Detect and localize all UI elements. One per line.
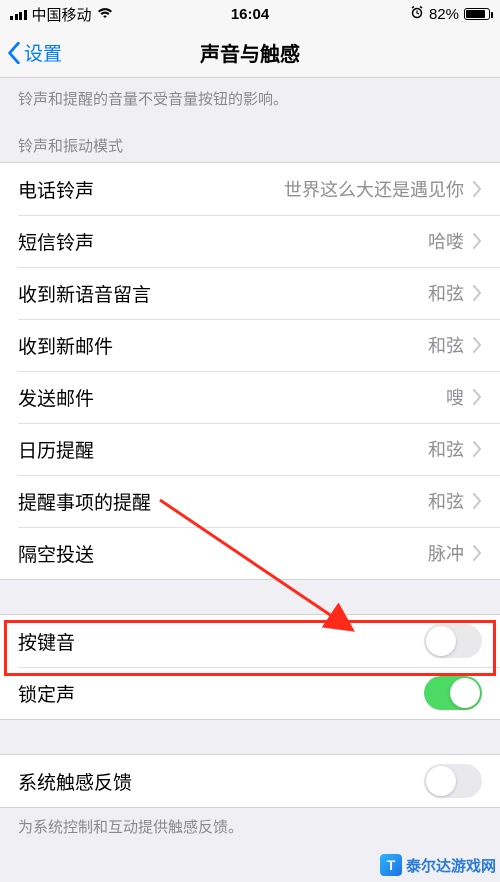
row-new-mail[interactable]: 收到新邮件 和弦 <box>0 319 500 371</box>
status-right: 82% <box>410 6 490 23</box>
row-value: 和弦 <box>428 488 464 514</box>
wifi-icon <box>97 6 113 23</box>
chevron-right-icon <box>472 233 482 249</box>
row-value: 和弦 <box>428 436 464 462</box>
row-value: 世界这么大还是遇见你 <box>284 176 464 202</box>
row-label: 隔空投送 <box>18 540 428 567</box>
lock-sound-toggle[interactable] <box>424 676 482 710</box>
status-time: 16:04 <box>231 6 269 23</box>
row-value: 嗖 <box>446 384 464 410</box>
chevron-right-icon <box>472 493 482 509</box>
chevron-right-icon <box>472 389 482 405</box>
row-value: 哈喽 <box>428 228 464 254</box>
chevron-right-icon <box>472 337 482 353</box>
keyboard-clicks-toggle[interactable] <box>424 624 482 658</box>
row-label: 收到新语音留言 <box>18 280 428 307</box>
row-sent-mail[interactable]: 发送邮件 嗖 <box>0 371 500 423</box>
row-calendar[interactable]: 日历提醒 和弦 <box>0 423 500 475</box>
toggles-group-1: 按键音 锁定声 <box>0 614 500 720</box>
row-reminders[interactable]: 提醒事项的提醒 和弦 <box>0 475 500 527</box>
row-value: 和弦 <box>428 332 464 358</box>
sounds-group: 电话铃声 世界这么大还是遇见你 短信铃声 哈喽 收到新语音留言 和弦 收到新邮件… <box>0 162 500 580</box>
row-voicemail[interactable]: 收到新语音留言 和弦 <box>0 267 500 319</box>
status-bar: 中国移动 16:04 82% <box>0 0 500 28</box>
nav-bar: 设置 声音与触感 <box>0 28 500 78</box>
row-label: 电话铃声 <box>18 176 284 203</box>
chevron-left-icon <box>6 42 22 64</box>
row-label: 锁定声 <box>18 680 424 707</box>
section-header-sounds: 铃声和振动模式 <box>0 121 500 162</box>
row-label: 按键音 <box>18 628 424 655</box>
back-button[interactable]: 设置 <box>0 39 62 66</box>
row-label: 系统触感反馈 <box>18 768 424 795</box>
page-title: 声音与触感 <box>200 38 300 67</box>
row-value: 和弦 <box>428 280 464 306</box>
row-label: 提醒事项的提醒 <box>18 488 428 515</box>
carrier-label: 中国移动 <box>32 4 92 25</box>
battery-pct-label: 82% <box>429 6 459 23</box>
battery-icon <box>464 8 490 20</box>
row-airdrop[interactable]: 隔空投送 脉冲 <box>0 527 500 579</box>
row-label: 短信铃声 <box>18 228 428 255</box>
chevron-right-icon <box>472 441 482 457</box>
chevron-right-icon <box>472 285 482 301</box>
chevron-right-icon <box>472 545 482 561</box>
row-lock-sound: 锁定声 <box>0 667 500 719</box>
row-system-haptics: 系统触感反馈 <box>0 755 500 807</box>
signal-icon <box>10 9 27 20</box>
row-ringtone[interactable]: 电话铃声 世界这么大还是遇见你 <box>0 163 500 215</box>
row-text-tone[interactable]: 短信铃声 哈喽 <box>0 215 500 267</box>
status-left: 中国移动 <box>10 4 113 25</box>
volume-note: 铃声和提醒的音量不受音量按钮的影响。 <box>0 78 500 121</box>
watermark-text: 泰尔达游戏网 <box>406 855 496 876</box>
toggles-group-2: 系统触感反馈 <box>0 754 500 808</box>
row-value: 脉冲 <box>428 540 464 566</box>
row-label: 日历提醒 <box>18 436 428 463</box>
chevron-right-icon <box>472 181 482 197</box>
row-keyboard-clicks: 按键音 <box>0 615 500 667</box>
alarm-icon <box>410 6 424 23</box>
row-label: 发送邮件 <box>18 384 446 411</box>
back-label: 设置 <box>24 39 62 66</box>
watermark: T 泰尔达游戏网 <box>380 854 496 876</box>
watermark-logo-icon: T <box>380 854 402 876</box>
haptic-footer-note: 为系统控制和互动提供触感反馈。 <box>0 808 500 845</box>
row-label: 收到新邮件 <box>18 332 428 359</box>
system-haptics-toggle[interactable] <box>424 764 482 798</box>
